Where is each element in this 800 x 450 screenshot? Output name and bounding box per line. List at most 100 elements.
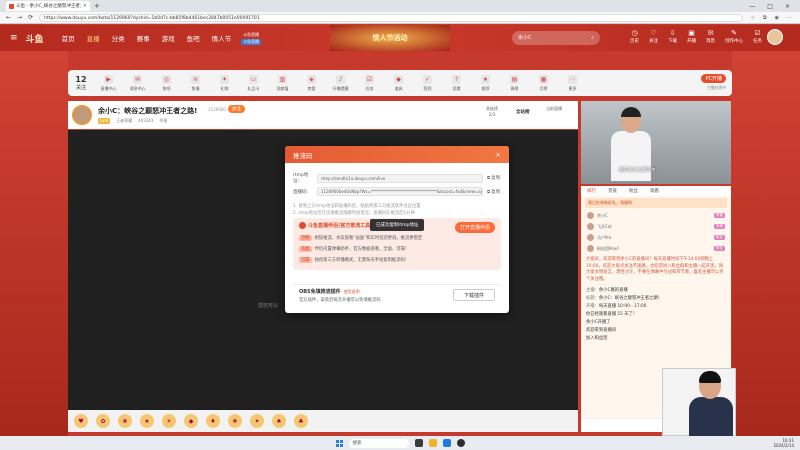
chat-promo[interactable]: 周日在线有好礼，领福利 <box>585 198 727 208</box>
nav-events[interactable]: 赛事 <box>137 33 150 43</box>
tool-item[interactable]: ≋ 鱼塘 <box>181 74 210 92</box>
follow-button-header[interactable]: ♡ 关注 <box>649 29 658 44</box>
nav-games[interactable]: 游戏 <box>162 33 175 43</box>
tool-item[interactable]: ★ 推荐 <box>471 74 500 92</box>
level-badge: Lv.8 <box>98 118 111 124</box>
task-view-icon[interactable] <box>414 439 423 447</box>
history-button[interactable]: ◷ 历史 <box>630 29 639 44</box>
download-plugin-button[interactable]: 下载插件 <box>453 289 495 301</box>
taskbar-search[interactable]: 搜索 <box>348 438 409 448</box>
copy-code-button[interactable]: ⧉ 复制 <box>487 189 500 195</box>
browser-tab[interactable]: 斗鱼 - 余小C_峡谷之巅怒冲王者之路 × <box>6 1 90 11</box>
menu-dots-icon[interactable]: ⋯ <box>787 15 792 21</box>
gift-icon[interactable]: ♦ <box>206 414 220 428</box>
gift-icon[interactable]: ❖ <box>228 414 242 428</box>
follow-count[interactable]: 12 关注 <box>68 75 94 91</box>
tab-close-icon[interactable]: × <box>83 3 87 9</box>
url-input[interactable]: https://www.douyu.com/beta/1126960?dyshi… <box>39 13 743 22</box>
messages-button[interactable]: ✉ 消息 <box>706 29 715 44</box>
tool-item[interactable]: ✦ 礼物 <box>210 74 239 92</box>
noble-rank[interactable]: 贵族榜 2/3 <box>486 106 498 117</box>
tool-item[interactable]: ♪ 开播提醒 <box>326 74 355 92</box>
tab-noble[interactable]: 贵族 <box>608 188 617 194</box>
site-rank[interactable]: 全站榜 <box>516 109 530 115</box>
copy-rtmp-button[interactable]: ⧉ 复制 <box>487 175 500 181</box>
profile-icon[interactable]: ◉ <box>775 15 779 21</box>
file-explorer-icon[interactable] <box>428 439 437 447</box>
app-icon[interactable] <box>456 439 465 447</box>
gift-icon[interactable]: ♣ <box>294 414 308 428</box>
minimize-button[interactable]: — <box>749 3 755 10</box>
hamburger-menu-icon[interactable]: ≡ <box>10 33 18 43</box>
obs-help-link[interactable]: 使用说明 <box>344 289 360 294</box>
gift-icon[interactable]: ✦ <box>250 414 264 428</box>
tool-item[interactable]: ▦ 月榜 <box>529 74 558 92</box>
tool-item[interactable]: ✓ 签到 <box>413 74 442 92</box>
tool-item[interactable]: ☑ 任务 <box>355 74 384 92</box>
tool-item[interactable]: ▥ 贡献值 <box>268 74 297 92</box>
chat-message: 余小C开播了 <box>586 320 611 326</box>
douyu-logo[interactable]: 斗鱼 <box>26 32 44 45</box>
new-tab-button[interactable]: + <box>94 2 100 10</box>
gift-icon[interactable]: ♠ <box>272 414 286 428</box>
tab-watch[interactable]: 观看 <box>650 188 659 194</box>
tasks-button[interactable]: ☑ 任务 <box>753 29 762 44</box>
rtmp-field[interactable]: rtmp://sendtx1a.douyu.com/live <box>317 173 483 183</box>
creator-center-button[interactable]: ✎ 创作中心 <box>725 29 743 44</box>
fan-row[interactable]: 马户Pro 粉丝 <box>581 232 731 243</box>
tool-item[interactable]: ? 竞猜 <box>442 74 471 92</box>
header-promo[interactable]: 斗鱼直播 斗鱼直播 <box>241 32 262 45</box>
gift-icon[interactable]: ◆ <box>184 414 198 428</box>
open-companion-button[interactable]: 打开直播伴侣 <box>454 222 495 233</box>
fan-row[interactable]: 余小C 房管 <box>581 210 731 221</box>
stream-category[interactable]: 王者荣耀 <box>116 118 132 124</box>
gift-icon[interactable]: ☀ <box>162 414 176 428</box>
bookmark-star-icon[interactable]: ☆ <box>751 15 755 21</box>
stream-code-field[interactable]: 1126960bedUsNbp?Ws=*********************… <box>317 187 483 196</box>
gift-icon[interactable]: ♥ <box>74 414 88 428</box>
back-button[interactable]: ← <box>6 14 11 21</box>
fan-name: 余小C <box>597 212 608 218</box>
streamer-avatar[interactable] <box>72 105 92 125</box>
feature-tag: 流畅 <box>299 235 312 241</box>
tool-item[interactable]: ✉ 消息中心 <box>123 74 152 92</box>
gift-icon[interactable]: ❀ <box>118 414 132 428</box>
tab-fans[interactable]: 粉丝 <box>629 188 638 194</box>
tab-rank[interactable]: 排行 <box>587 188 596 194</box>
edge-browser-icon[interactable] <box>442 439 451 447</box>
extensions-icon[interactable]: ⧉ <box>763 15 767 21</box>
nav-home[interactable]: 首页 <box>62 33 75 43</box>
forward-button[interactable]: → <box>17 14 22 21</box>
system-tray[interactable]: 16:31 2024/2/14 <box>773 438 794 448</box>
pc-live-button[interactable]: PC开播 <box>701 74 726 83</box>
maximize-button[interactable]: □ <box>767 3 773 10</box>
tool-item[interactable]: ▭ 礼品卡 <box>239 74 268 92</box>
user-avatar[interactable] <box>767 29 783 45</box>
nav-category[interactable]: 分类 <box>112 33 125 43</box>
tool-item[interactable]: ⋯ 更多 <box>558 74 587 92</box>
tool-item[interactable]: ◆ 道具 <box>384 74 413 92</box>
tool-label: 房管 <box>307 85 316 91</box>
search-input[interactable]: 余小C ⌕ <box>512 31 600 45</box>
search-icon[interactable]: ⌕ <box>591 31 594 45</box>
refresh-button[interactable]: ⟳ <box>28 14 33 21</box>
fan-row[interactable]: 飞天Cat 贵族 <box>581 221 731 232</box>
report-link[interactable]: 举报 <box>159 118 167 124</box>
tool-item[interactable]: ▶ 直播中心 <box>94 74 123 92</box>
close-icon[interactable]: × <box>495 151 501 159</box>
gift-icon[interactable]: ★ <box>140 414 154 428</box>
fan-row[interactable]: 粉丝团Pearl 粉丝 <box>581 243 731 254</box>
download-button[interactable]: ⇩ 下载 <box>668 29 677 44</box>
event-banner[interactable]: 情人节活动 <box>330 25 450 51</box>
gift-icon[interactable]: ✿ <box>96 414 110 428</box>
tool-item[interactable]: ◎ 鱼吧 <box>152 74 181 92</box>
nav-live[interactable]: 直播 <box>87 33 100 43</box>
nav-yuba[interactable]: 鱼吧 <box>187 33 200 43</box>
windows-start-icon[interactable] <box>335 439 343 447</box>
tool-item[interactable]: ◈ 房管 <box>297 74 326 92</box>
follow-button[interactable]: 关注 <box>228 105 245 113</box>
start-live-button[interactable]: ▣ 开播 <box>687 29 696 44</box>
nav-valentine[interactable]: 情人节 <box>212 33 232 43</box>
tool-item[interactable]: ▤ 周榜 <box>500 74 529 92</box>
close-window-button[interactable]: × <box>785 3 790 10</box>
